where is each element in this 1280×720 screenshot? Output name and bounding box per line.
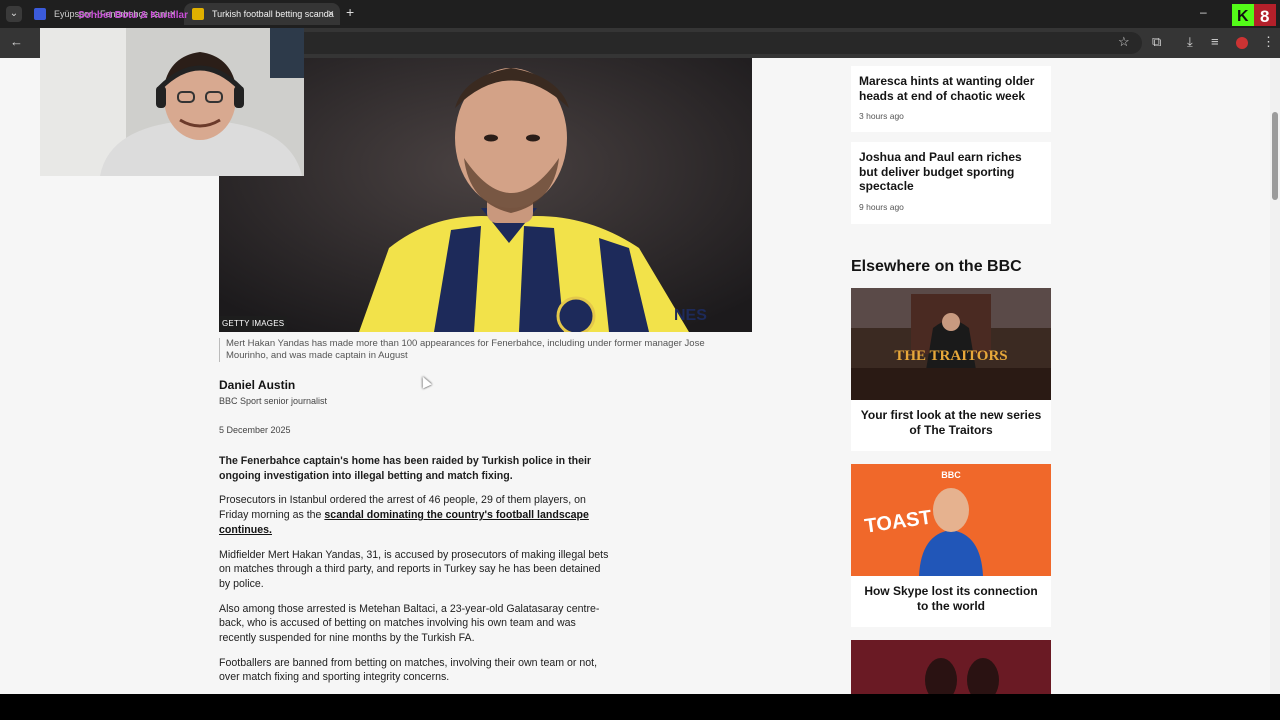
streamer-webcam (40, 28, 304, 176)
plus-icon[interactable]: + (346, 4, 354, 20)
scrollbar-thumb[interactable] (1272, 112, 1278, 200)
bbc-logo: BBC (941, 470, 961, 480)
page-scrollbar[interactable] (1270, 58, 1280, 694)
promo-image-text: THE TRAITORS (894, 348, 1007, 364)
author-role: BBC Sport senior journalist (219, 396, 328, 406)
article-paragraph: Midfielder Mert Hakan Yandas, 31, is acc… (219, 548, 609, 590)
browser-tab-strip: ⌄ Eyüpspor - Fenerbahçe canlı × Turkish … (0, 0, 1280, 28)
back-icon[interactable]: ← (10, 34, 23, 49)
article-body: The Fenerbahce captain's home has been r… (219, 454, 611, 694)
badge-letter: K (1237, 8, 1249, 25)
article-date: 5 December 2025 (219, 425, 291, 435)
tab-bbc-article[interactable]: Turkish football betting scanda × (184, 3, 340, 25)
site-favicon-icon (34, 8, 46, 20)
more-menu-icon[interactable]: ⋮ (1262, 34, 1275, 50)
article-paragraph: Also among those arrested is Metehan Bal… (219, 602, 600, 645)
story-headline[interactable]: Joshua and Paul earn riches but deliver … (851, 142, 1051, 194)
media-controls-icon[interactable]: ≡ (1211, 34, 1219, 49)
site-favicon-icon (192, 8, 204, 20)
promo-card-traitors[interactable]: THE TRAITORS Your first look at the new … (851, 288, 1051, 451)
svg-text:NES: NES (674, 307, 707, 324)
promo-image[interactable]: BBC TOAST (851, 464, 1051, 576)
sidebar-story[interactable]: Maresca hints at wanting older heads at … (851, 66, 1051, 132)
image-credit: GETTY IMAGES (219, 316, 288, 331)
promo-card-skype[interactable]: BBC TOAST How Skype lost its connection … (851, 464, 1051, 627)
close-tab-icon[interactable]: × (328, 3, 334, 25)
sidebar-story[interactable]: Joshua and Paul earn riches but deliver … (851, 142, 1051, 224)
author-name[interactable]: Daniel Austin (219, 378, 295, 392)
minimize-icon[interactable]: – (1200, 5, 1207, 19)
stream-overlay-text: Sohbet Botu & Kurallar (78, 10, 189, 21)
promo-headline[interactable]: Your first look at the new series of The… (851, 400, 1051, 451)
download-icon[interactable]: ⤓ (1187, 34, 1193, 50)
tab-search-icon[interactable]: ⌄ (6, 6, 22, 22)
promo-image[interactable]: THE TRAITORS (851, 288, 1051, 400)
article-lead: The Fenerbahce captain's home has been r… (219, 455, 592, 482)
elsewhere-section-title: Elsewhere on the BBC (851, 258, 1022, 275)
article-paragraph: Footballers are banned from betting on m… (219, 656, 598, 684)
story-time: 3 hours ago (859, 111, 904, 121)
image-caption: Mert Hakan Yandas has made more than 100… (219, 338, 739, 362)
bookmark-star-icon[interactable]: ☆ (1118, 34, 1130, 50)
stream-badge: K 8 (1232, 4, 1276, 26)
mouse-cursor (418, 374, 432, 389)
story-headline[interactable]: Maresca hints at wanting older heads at … (851, 66, 1051, 103)
article-paragraph: Prosecutors in Istanbul ordered the arre… (219, 493, 611, 537)
extensions-icon[interactable]: ⧉ (1152, 34, 1161, 50)
tab-title: Turkish football betting scanda (212, 9, 334, 19)
promo-card-partial[interactable] (851, 640, 1051, 694)
profile-avatar-icon[interactable] (1236, 37, 1248, 49)
story-time: 9 hours ago (859, 201, 904, 212)
promo-headline[interactable]: How Skype lost its connection to the wor… (851, 576, 1051, 627)
badge-number: 8 (1260, 7, 1269, 26)
screen-bottom-bar (0, 694, 1280, 720)
